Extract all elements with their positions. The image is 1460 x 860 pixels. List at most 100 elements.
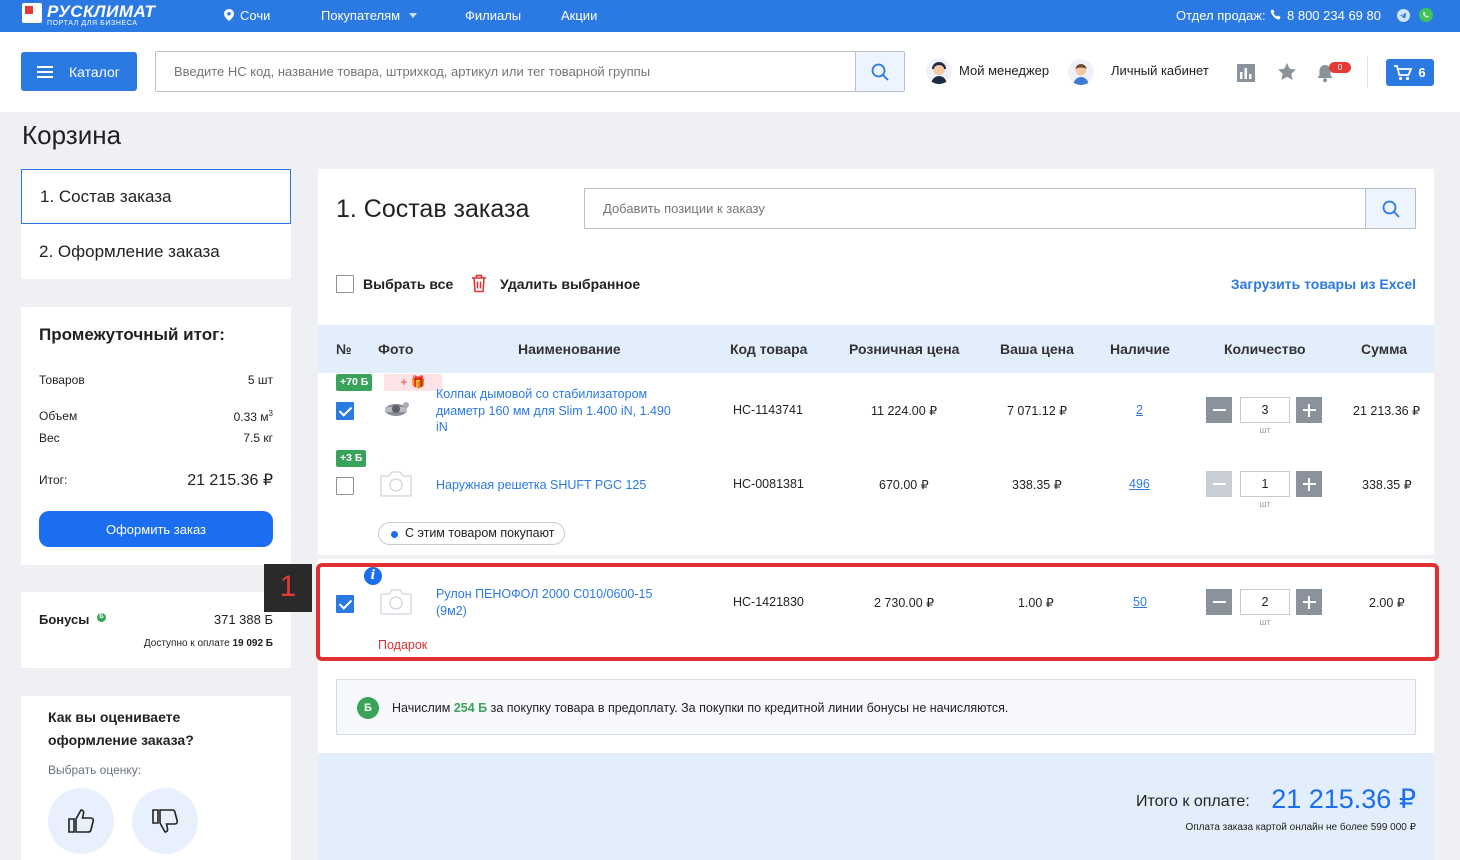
place-order-button[interactable]: Оформить заказ: [39, 511, 273, 547]
main-search-button[interactable]: [855, 52, 904, 91]
whatsapp-icon[interactable]: [1419, 8, 1433, 22]
upload-excel-link[interactable]: Загрузить товары из Excel: [1231, 276, 1416, 292]
increase-button[interactable]: [1296, 397, 1322, 423]
info-icon[interactable]: i: [364, 567, 382, 585]
cart-button[interactable]: 6: [1386, 59, 1434, 86]
thumbs-up-icon: [68, 809, 95, 833]
steps-panel: 1. Состав заказа 2. Оформление заказа: [21, 169, 291, 279]
decrease-button[interactable]: [1206, 471, 1232, 497]
phone-link[interactable]: 8 800 234 69 80: [1270, 8, 1381, 23]
manager-avatar-icon: [926, 58, 952, 84]
col-code: Код товара: [730, 341, 808, 357]
bonuses-available: Доступно к оплате 19 092 Б: [144, 638, 273, 649]
delete-selected-button[interactable]: Удалить выбранное: [500, 276, 640, 292]
step-order-checkout[interactable]: 2. Оформление заказа: [21, 224, 291, 279]
summary-items-row: Товаров 5 шт: [39, 373, 273, 387]
buyers-label: Покупателям: [321, 8, 401, 23]
add-position-search-button[interactable]: [1365, 189, 1415, 228]
col-number: №: [336, 341, 352, 357]
decrease-button[interactable]: [1206, 397, 1232, 423]
col-stock: Наличие: [1110, 341, 1170, 357]
row-sum: 21 213.36 ₽: [1353, 404, 1421, 418]
total-value: 21 215.36 ₽: [187, 472, 273, 489]
volume-value-wrap: 0.33 м3: [234, 409, 273, 424]
order-section-title: 1. Состав заказа: [336, 195, 530, 223]
search-icon: [871, 63, 889, 81]
col-photo: Фото: [378, 341, 414, 357]
catalog-button[interactable]: Каталог: [21, 52, 137, 91]
row-separator: [318, 555, 1434, 559]
stock-link[interactable]: 2: [1136, 403, 1143, 417]
location-pin-icon: [224, 9, 234, 21]
my-manager-link[interactable]: Мой менеджер: [959, 63, 1049, 78]
also-bought-button[interactable]: С этим товаром покупают: [378, 522, 566, 545]
favorites-star-icon[interactable]: [1277, 62, 1297, 82]
step-order-composition[interactable]: 1. Состав заказа: [21, 169, 291, 224]
summary-weight-row: Вес 7.5 кг: [39, 431, 273, 445]
thumbs-down-button[interactable]: [132, 788, 198, 854]
select-all-checkbox[interactable]: [336, 275, 354, 293]
main-search-input[interactable]: [156, 52, 856, 91]
header: Каталог Мой менеджер Личный кабинет 0 6: [0, 32, 1460, 112]
retail-price: 11 224.00 ₽: [871, 404, 938, 418]
product-photo[interactable]: [378, 395, 414, 423]
bonuses-value: 371 388 Б: [213, 612, 273, 627]
increase-button[interactable]: [1296, 471, 1322, 497]
items-value: 5 шт: [247, 373, 273, 387]
phone-icon: [1270, 9, 1281, 20]
trash-icon[interactable]: [471, 274, 487, 293]
col-name: Наименование: [518, 341, 621, 357]
personal-account-link[interactable]: Личный кабинет: [1111, 63, 1209, 78]
city-name: Сочи: [240, 8, 271, 23]
annotation-marker: 1: [264, 564, 312, 612]
logo-text: РУСКЛИМАТ: [47, 2, 156, 21]
bonus-circle-icon: Б: [357, 697, 379, 719]
your-price: 338.35 ₽: [1012, 478, 1062, 492]
main-search: [155, 51, 905, 92]
telegram-icon[interactable]: [1397, 9, 1410, 22]
catalog-label: Каталог: [69, 63, 120, 80]
logo-icon: [22, 3, 42, 23]
quantity-input[interactable]: 3: [1240, 397, 1290, 423]
cart-table-header: № Фото Наименование Код товара Розничная…: [318, 325, 1434, 373]
burger-menu-icon: [37, 65, 53, 78]
quantity-stepper: 3 шт: [1206, 397, 1326, 435]
add-position-input[interactable]: [585, 189, 1355, 228]
product-name-link[interactable]: Колпак дымовой со стабилизатором диаметр…: [436, 386, 676, 436]
compare-chart-icon[interactable]: [1236, 63, 1256, 83]
promos-link[interactable]: Акции: [561, 8, 597, 23]
row-checkbox[interactable]: [336, 402, 354, 420]
logo[interactable]: РУСКЛИМАТ ПОРТАЛ ДЛЯ БИЗНЕСА: [22, 3, 155, 28]
stock-link[interactable]: 496: [1129, 477, 1150, 491]
city-selector[interactable]: Сочи: [224, 8, 270, 23]
top-bar: РУСКЛИМАТ ПОРТАЛ ДЛЯ БИЗНЕСА Сочи Покупа…: [0, 0, 1460, 32]
bonus-note-amount: 254 Б: [453, 701, 488, 715]
bonus-tag: +70 Б: [336, 374, 373, 391]
add-position-search: [584, 188, 1416, 229]
rating-panel: Как вы оцениваете оформление заказа? Выб…: [21, 696, 291, 860]
bonuses-available-value: 19 092 Б: [232, 638, 273, 649]
bonuses-available-label: Доступно к оплате: [143, 638, 230, 649]
select-all-label[interactable]: Выбрать все: [363, 276, 453, 292]
grand-total-label: Итого к оплате:: [1136, 793, 1250, 810]
branches-link[interactable]: Филиалы: [465, 8, 521, 23]
phone-number: 8 800 234 69 80: [1287, 8, 1381, 23]
bonus-note-text: Начислим 254 Б за покупку товара в предо…: [392, 701, 1008, 715]
bonus-tag: +3 Б: [336, 450, 367, 467]
total-zone: Итого к оплате: 21 215.36 ₽ Оплата заказ…: [318, 753, 1434, 860]
buyers-menu[interactable]: Покупателям: [321, 8, 417, 23]
rating-hint: Выбрать оценку:: [48, 763, 142, 777]
row-checkbox[interactable]: [336, 477, 354, 495]
page-title: Корзина: [22, 120, 122, 150]
header-divider: [1367, 56, 1368, 88]
product-code: НС-0081381: [733, 477, 804, 491]
order-composition-panel: 1. Состав заказа Выбрать все Удалить выб…: [318, 169, 1434, 860]
quantity-input[interactable]: 1: [1240, 471, 1290, 497]
rating-question: Как вы оцениваете оформление заказа?: [48, 709, 194, 748]
product-name-link[interactable]: Наружная решетка SHUFT PGC 125: [436, 477, 646, 494]
thumbs-up-button[interactable]: [48, 788, 114, 854]
weight-label: Вес: [39, 431, 60, 445]
bonus-note: Б Начислим 254 Б за покупку товара в пре…: [336, 679, 1416, 735]
summary-total-row: Итог: 21 215.36 ₽: [39, 470, 273, 490]
quantity-stepper: 1 шт: [1206, 471, 1326, 509]
